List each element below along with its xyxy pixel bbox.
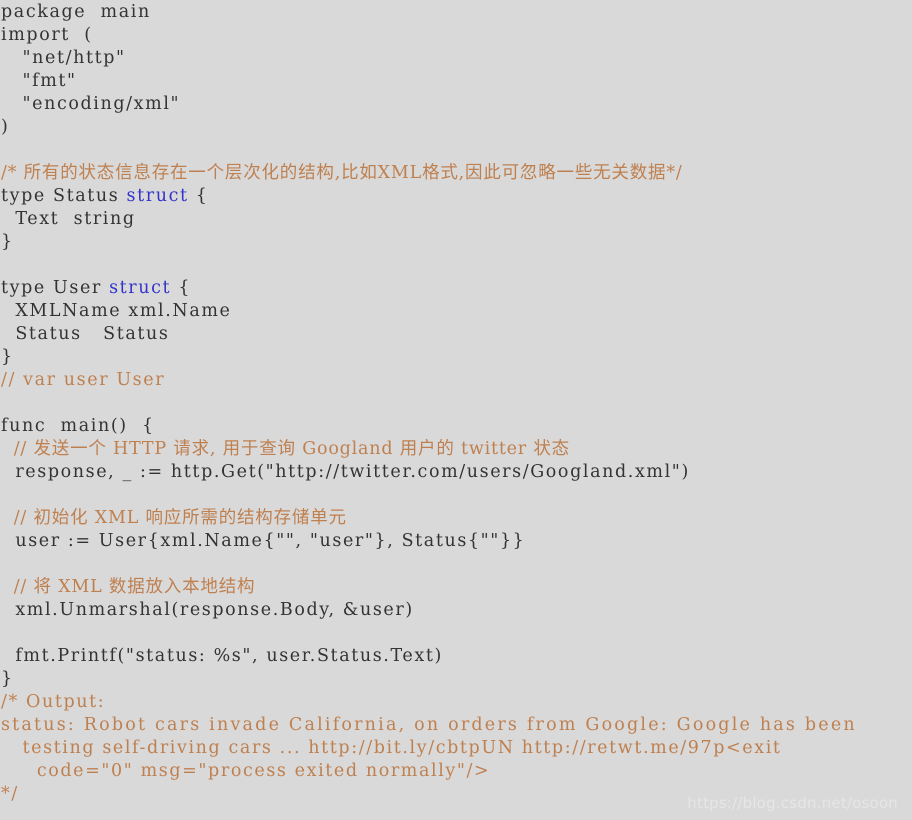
code-token-plain: { <box>188 186 209 206</box>
code-line: // var user User <box>0 369 912 392</box>
code-line: ) <box>0 116 912 139</box>
code-line: user := User{xml.Name{"", "user"}, Statu… <box>0 530 912 553</box>
code-line: "encoding/xml" <box>0 93 912 116</box>
code-line: status: Robot cars invade California, on… <box>0 714 912 737</box>
code-line: response, _ := http.Get("http://twitter.… <box>0 461 912 484</box>
code-line: code="0" msg="process exited normally"/> <box>0 760 912 783</box>
code-line: Text string <box>0 208 912 231</box>
code-token-plain: "net/http" <box>1 48 126 68</box>
code-token-comment: // 发送一个 HTTP 请求, 用于查询 Googland 用户的 twitt… <box>1 439 570 459</box>
code-line: /* Output: <box>0 691 912 714</box>
code-line: type Status struct { <box>0 185 912 208</box>
code-line: "fmt" <box>0 70 912 93</box>
code-line: package main <box>0 1 912 24</box>
code-token-plain: response, _ := http.Get("http://twitter.… <box>1 462 690 482</box>
code-line: XMLName xml.Name <box>0 300 912 323</box>
code-line: } <box>0 346 912 369</box>
code-line: type User struct { <box>0 277 912 300</box>
code-line: xml.Unmarshal(response.Body, &user) <box>0 599 912 622</box>
code-line: */ <box>0 783 912 806</box>
code-token-plain: fmt.Printf("status: %s", user.Status.Tex… <box>1 646 443 666</box>
code-token-comment: /* Output: <box>1 692 106 712</box>
code-line: func main() { <box>0 415 912 438</box>
code-token-plain: } <box>1 347 14 367</box>
code-token-plain: { <box>171 278 192 298</box>
code-token-comment: // var user User <box>1 370 166 390</box>
code-token-plain: } <box>1 232 14 252</box>
code-token-plain: type User <box>1 278 110 298</box>
code-line: import ( <box>0 24 912 47</box>
code-token-plain: "encoding/xml" <box>1 94 181 114</box>
code-token-plain: "fmt" <box>1 71 77 91</box>
code-token-plain: ) <box>1 117 10 137</box>
code-token-plain: import ( <box>1 25 93 45</box>
code-token-comment: // 将 XML 数据放入本地结构 <box>1 577 256 597</box>
code-token-comment: */ <box>1 784 19 804</box>
code-line: fmt.Printf("status: %s", user.Status.Tex… <box>0 645 912 668</box>
code-token-keyword: struct <box>109 278 172 298</box>
code-token-plain: XMLName xml.Name <box>1 301 232 321</box>
code-token-plain: type Status <box>1 186 127 206</box>
code-token-plain: } <box>1 669 14 689</box>
code-listing: package main import ( "net/http" "fmt" "e… <box>0 0 912 806</box>
code-line: } <box>0 668 912 691</box>
code-line: "net/http" <box>0 47 912 70</box>
code-token-keyword: struct <box>126 186 189 206</box>
code-line: Status Status <box>0 323 912 346</box>
code-token-comment: code="0" msg="process exited normally"/> <box>1 761 491 781</box>
code-line: // 发送一个 HTTP 请求, 用于查询 Googland 用户的 twitt… <box>0 438 912 461</box>
code-token-comment: testing self-driving cars ... http://bit… <box>1 738 782 758</box>
code-line: testing self-driving cars ... http://bit… <box>0 737 912 760</box>
code-token-plain: user := User{xml.Name{"", "user"}, Statu… <box>1 531 526 551</box>
code-line: } <box>0 231 912 254</box>
code-token-comment: status: Robot cars invade California, on… <box>1 715 857 735</box>
code-token-plain: xml.Unmarshal(response.Body, &user) <box>1 600 414 620</box>
code-token-plain: func main() { <box>1 416 155 436</box>
code-token-comment: /* 所有的状态信息存在一个层次化的结构,比如XML格式,因此可忽略一些无关数据… <box>1 163 683 183</box>
code-token-plain: Status Status <box>1 324 170 344</box>
code-line: /* 所有的状态信息存在一个层次化的结构,比如XML格式,因此可忽略一些无关数据… <box>0 162 912 185</box>
code-token-plain: Text string <box>1 209 136 229</box>
code-token-comment: // 初始化 XML 响应所需的结构存储单元 <box>1 508 347 528</box>
code-line: // 将 XML 数据放入本地结构 <box>0 576 912 599</box>
code-line: // 初始化 XML 响应所需的结构存储单元 <box>0 507 912 530</box>
code-token-plain: package main <box>1 2 151 22</box>
